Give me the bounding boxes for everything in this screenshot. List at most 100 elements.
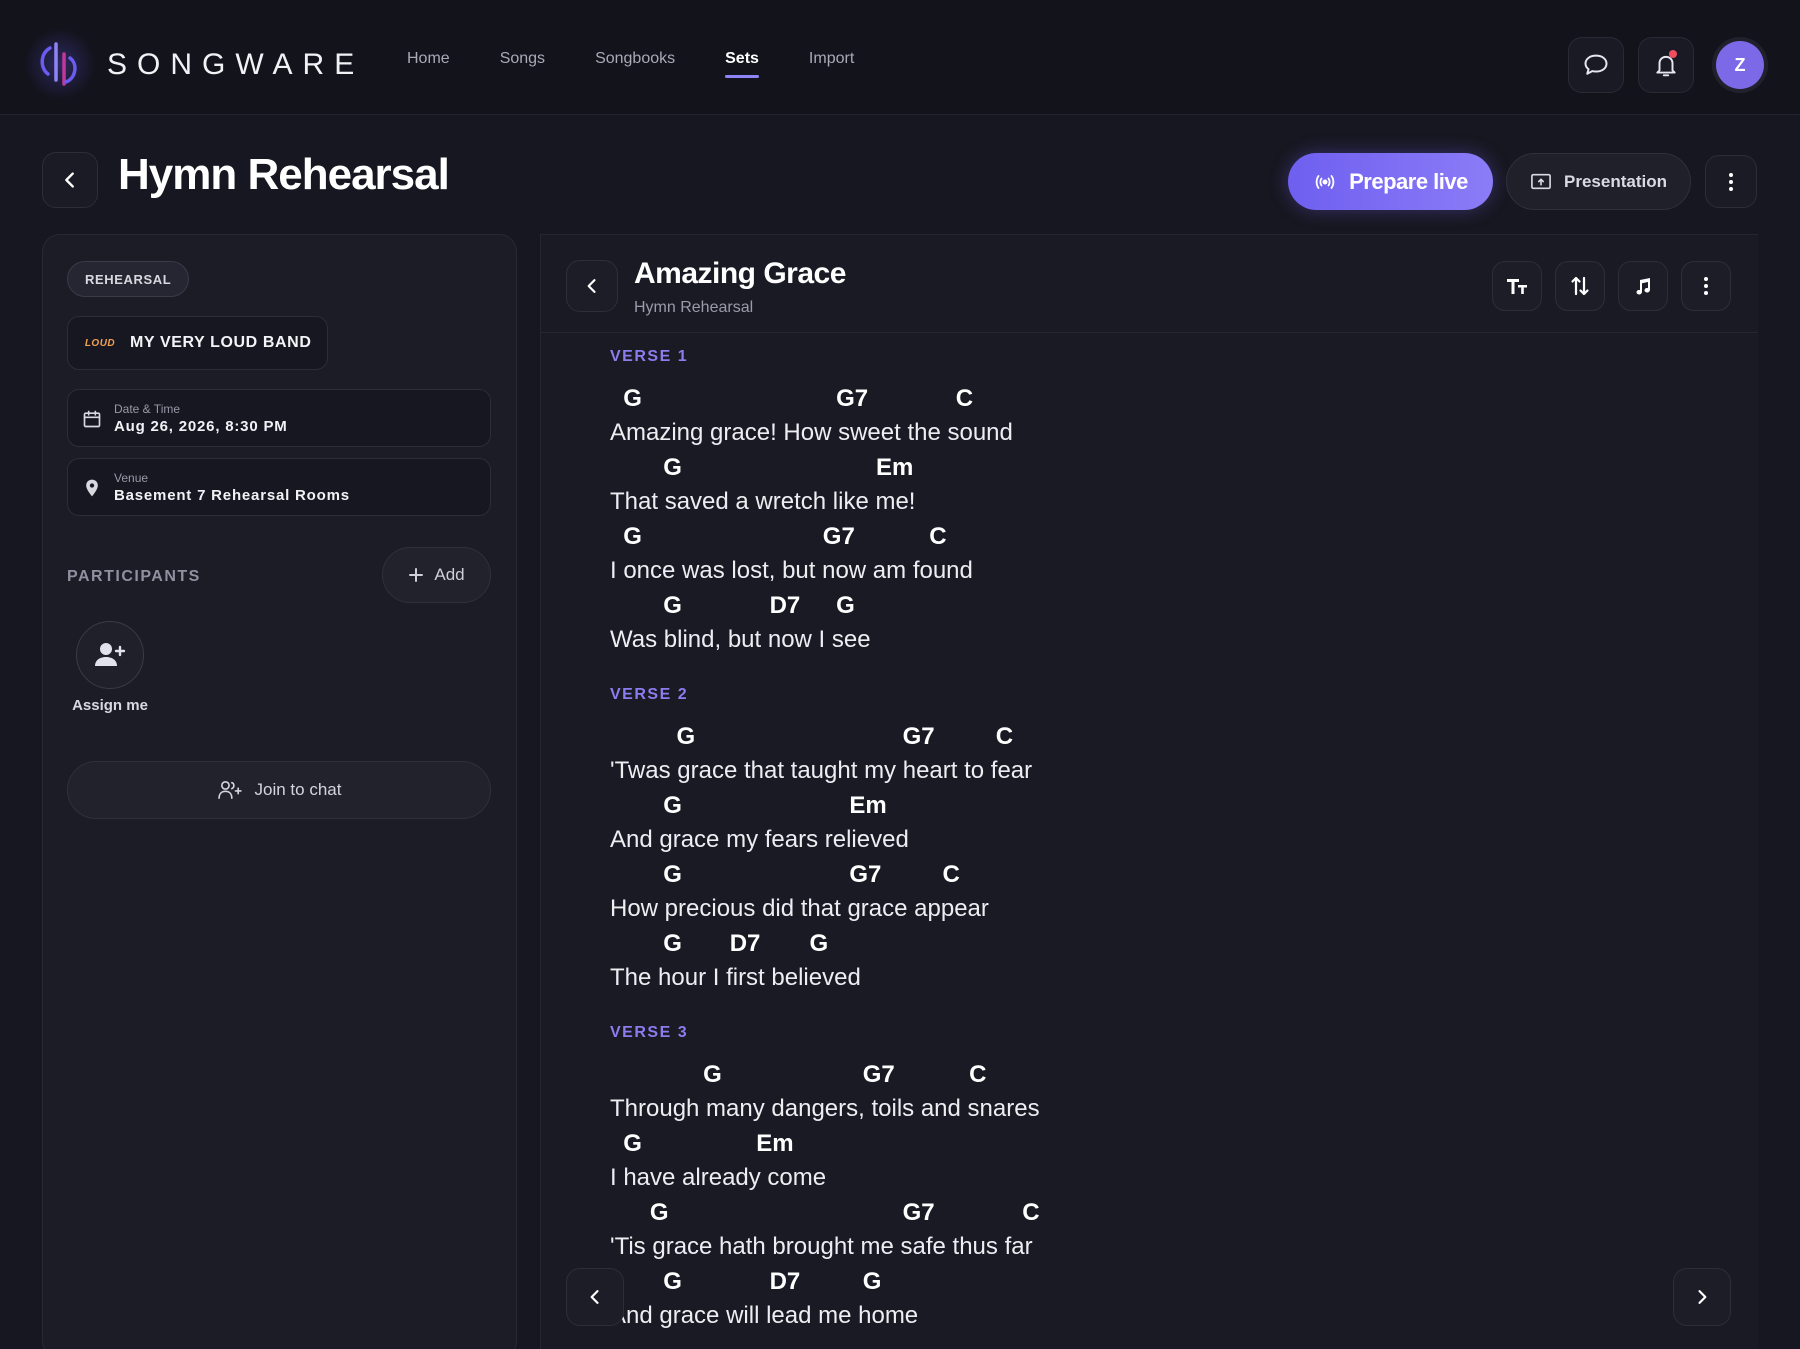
calendar-icon — [83, 410, 101, 428]
lyric-text: Amazing grace! How sweet the sound — [610, 419, 1013, 446]
chat-button[interactable] — [1568, 37, 1624, 93]
user-avatar[interactable]: Z — [1716, 41, 1764, 89]
nav-item-import[interactable]: Import — [809, 50, 854, 78]
nav-item-songbooks[interactable]: Songbooks — [595, 50, 675, 78]
venue-value: Basement 7 Rehearsal Rooms — [114, 487, 350, 504]
chord[interactable]: D7 — [770, 1268, 801, 1296]
lyric-text: How precious did that grace appear — [610, 895, 989, 922]
lyric-line: G Em I have already come — [610, 1126, 1310, 1195]
lyric-line: G G7 C I once was lost, but now am found — [610, 519, 1310, 588]
verse-block: VERSE 3 G G7 C Through many dangers, toils a… — [610, 1021, 1310, 1333]
chord[interactable]: G — [836, 592, 855, 620]
chord[interactable]: D7 — [770, 592, 801, 620]
song-more-options-button[interactable] — [1681, 261, 1731, 311]
chord[interactable]: C — [996, 723, 1013, 751]
date-time-field[interactable]: Date & Time Aug 26, 2026, 8:30 PM — [67, 389, 491, 447]
chord[interactable]: G7 — [903, 723, 935, 751]
verse-label: VERSE 3 — [610, 1024, 689, 1041]
date-time-label: Date & Time — [114, 402, 181, 416]
chord[interactable]: G — [623, 385, 642, 413]
lyric-line: G G7 C 'Twas grace that taught my heart to … — [610, 719, 1310, 788]
chord[interactable]: G — [650, 1199, 669, 1227]
chord[interactable]: Em — [849, 792, 886, 820]
chord[interactable]: C — [929, 523, 946, 551]
chord-row: G G7 C — [610, 857, 1310, 891]
music-options-button[interactable] — [1618, 261, 1668, 311]
text-size-icon — [1507, 279, 1527, 294]
set-details-panel: REHEARSAL LOUD MY VERY LOUD BAND Date & … — [42, 234, 517, 1349]
chord[interactable]: G7 — [849, 861, 881, 889]
add-participant-button[interactable]: Add — [382, 547, 491, 603]
chord-row: G D7 G — [610, 926, 1310, 960]
assign-me-button[interactable] — [76, 621, 144, 689]
nav-item-sets[interactable]: Sets — [725, 50, 759, 78]
chord[interactable]: G — [663, 454, 682, 482]
nav-item-home[interactable]: Home — [407, 50, 450, 78]
chord[interactable]: Em — [756, 1130, 793, 1158]
song-title: Amazing Grace — [634, 257, 846, 290]
chord[interactable]: D7 — [730, 930, 761, 958]
chat-bubble-icon — [1584, 54, 1608, 75]
band-chip[interactable]: LOUD MY VERY LOUD BAND — [67, 316, 329, 370]
verse-label: VERSE 2 — [610, 686, 689, 703]
previous-song-button[interactable] — [566, 1268, 624, 1326]
chord-row: G D7 G — [610, 1264, 1310, 1298]
chord[interactable]: G7 — [836, 385, 868, 413]
next-song-button[interactable] — [1673, 1268, 1731, 1326]
presentation-button[interactable]: Presentation — [1506, 153, 1691, 210]
transpose-arrows-icon — [1571, 276, 1589, 296]
lyric-text: That saved a wretch like me! — [610, 488, 916, 515]
transpose-button[interactable] — [1555, 261, 1605, 311]
verse-block: VERSE 1 G G7 C Amazing grace! How sweet the … — [610, 345, 1310, 657]
songware-logo-icon[interactable] — [24, 28, 96, 100]
chord[interactable]: G — [663, 592, 682, 620]
chord[interactable]: G7 — [903, 1199, 935, 1227]
chord[interactable]: C — [1022, 1199, 1039, 1227]
notifications-button[interactable] — [1638, 37, 1694, 93]
main-nav: Home Songs Songbooks Sets Import — [407, 50, 904, 78]
lyric-line: G Em That saved a wretch like me! — [610, 450, 1310, 519]
join-chat-button[interactable]: Join to chat — [67, 761, 491, 819]
prepare-live-label: Prepare live — [1349, 168, 1468, 194]
lyric-text: I once was lost, but now am found — [610, 557, 973, 584]
chord[interactable]: G — [623, 523, 642, 551]
lyric-text: Through many dangers, toils and snares — [610, 1095, 1040, 1122]
chord[interactable]: C — [943, 861, 960, 889]
music-note-icon — [1636, 278, 1650, 295]
song-back-button[interactable] — [566, 260, 618, 312]
band-logo: LOUD — [84, 337, 116, 349]
verse-label: VERSE 1 — [610, 348, 689, 365]
chord[interactable]: G — [663, 1268, 682, 1296]
back-button[interactable] — [42, 152, 98, 208]
chord[interactable]: Em — [876, 454, 913, 482]
lyric-text: Was blind, but now I see — [610, 626, 871, 653]
nav-item-songs[interactable]: Songs — [500, 50, 545, 78]
chord-row: G G7 C — [610, 519, 1310, 553]
chord[interactable]: G7 — [823, 523, 855, 551]
chord[interactable]: C — [969, 1061, 986, 1089]
chord[interactable]: G — [810, 930, 829, 958]
chord[interactable]: G — [863, 1268, 882, 1296]
set-more-options-button[interactable] — [1705, 155, 1757, 208]
lyric-text: 'Twas grace that taught my heart to fear — [610, 757, 1033, 784]
lyric-text: 'Tis grace hath brought me safe thus far — [610, 1233, 1033, 1260]
chord[interactable]: G — [677, 723, 696, 751]
top-navigation-bar: SONGWARE Home Songs Songbooks Sets Impor… — [0, 0, 1800, 115]
chord-row: G G7 C — [610, 1195, 1310, 1229]
font-size-button[interactable] — [1492, 261, 1542, 311]
song-header: Amazing Grace Hymn Rehearsal — [541, 235, 1758, 333]
chord[interactable]: C — [956, 385, 973, 413]
chord[interactable]: G — [663, 861, 682, 889]
song-lyrics: VERSE 1 G G7 C Amazing grace! How sweet the … — [610, 345, 1310, 1349]
chord[interactable]: G7 — [863, 1061, 895, 1089]
prepare-live-button[interactable]: Prepare live — [1288, 153, 1493, 210]
chord[interactable]: G — [703, 1061, 722, 1089]
chord-row: G Em — [610, 1126, 1310, 1160]
location-pin-icon — [86, 479, 98, 497]
chord[interactable]: G — [623, 1130, 642, 1158]
add-label: Add — [434, 565, 465, 584]
chord[interactable]: G — [663, 930, 682, 958]
chevron-left-icon — [590, 1290, 599, 1304]
chord[interactable]: G — [663, 792, 682, 820]
venue-field[interactable]: Venue Basement 7 Rehearsal Rooms — [67, 458, 491, 516]
